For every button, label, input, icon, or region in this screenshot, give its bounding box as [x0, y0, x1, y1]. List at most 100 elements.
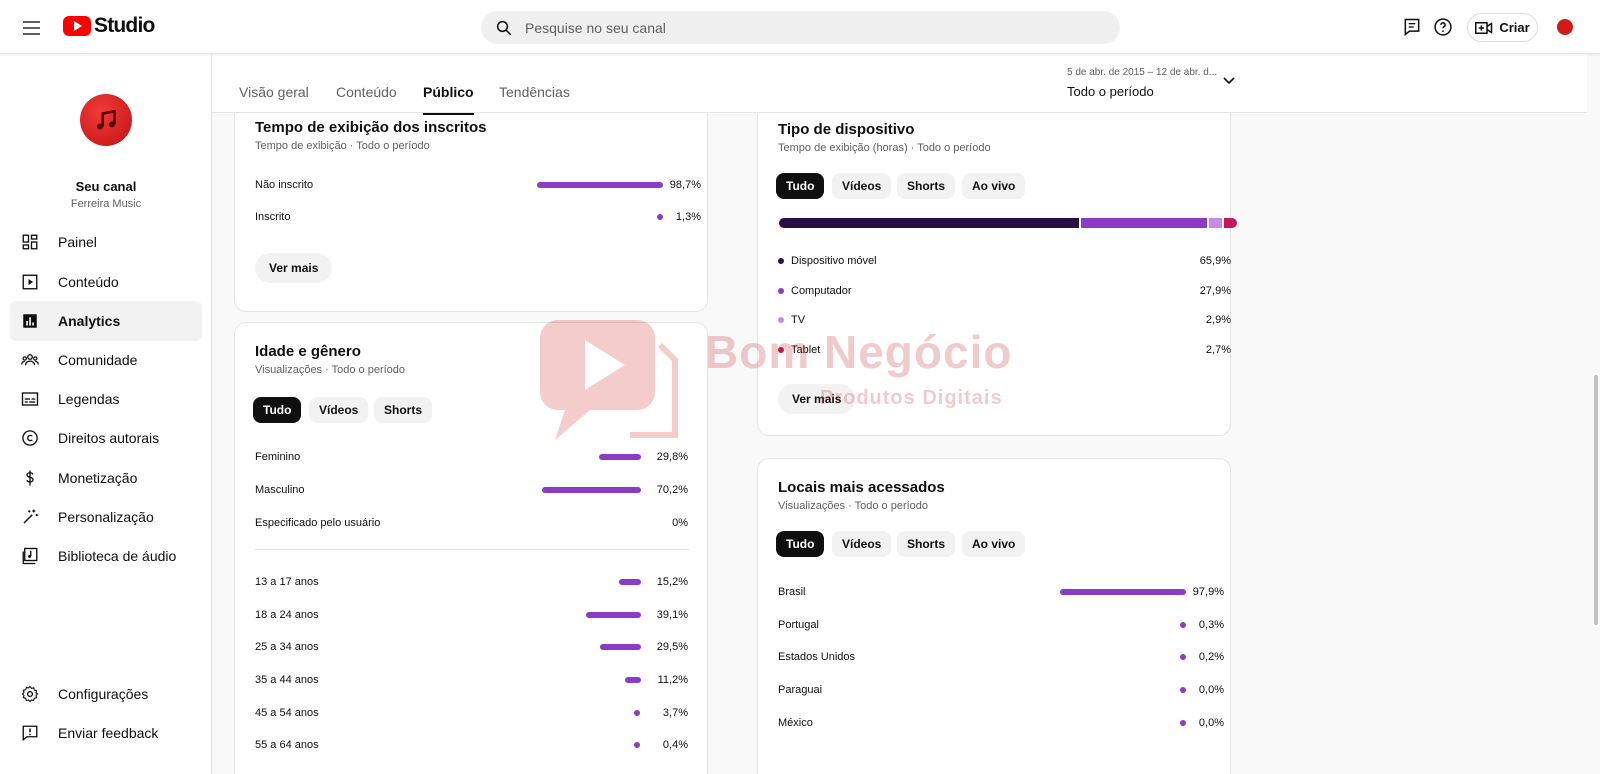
search-box	[481, 11, 1120, 44]
sidebar-item-community[interactable]: Comunidade	[10, 340, 202, 380]
logo-text: Studio	[94, 14, 155, 37]
chip-live[interactable]: Ao vivo	[962, 173, 1026, 199]
account-avatar[interactable]	[1557, 19, 1573, 35]
tablet-legend-dot	[778, 347, 784, 353]
studio-logo[interactable]: Studio	[63, 14, 155, 38]
see-more-button[interactable]: Ver mais	[778, 384, 856, 414]
sidebar-item-monetization[interactable]: Monetização	[10, 458, 202, 498]
row-label: 18 a 24 anos	[255, 609, 319, 621]
sidebar-item-feedback[interactable]: Enviar feedback	[10, 713, 202, 753]
sidebar-item-content[interactable]: Conteúdo	[10, 262, 202, 302]
row-label: TV	[791, 314, 806, 326]
main-content: Visão geral Conteúdo Público Tendências …	[212, 54, 1600, 774]
chevron-down-icon[interactable]	[1222, 76, 1236, 86]
row-label: 35 a 44 anos	[255, 674, 319, 686]
channel-avatar[interactable]	[80, 94, 132, 146]
sidebar-item-audio-library[interactable]: Biblioteca de áudio	[10, 536, 202, 576]
feedback-icon	[22, 725, 38, 742]
subtitles-icon	[21, 392, 39, 406]
menu-icon[interactable]	[20, 16, 44, 40]
chip-all[interactable]: Tudo	[776, 173, 825, 199]
card-title: Locais mais acessados	[778, 479, 945, 496]
tab-audience[interactable]: Público	[423, 84, 474, 115]
age-25-34-bar	[600, 644, 641, 650]
card-subtitle: Visualizações · Todo o período	[255, 364, 406, 376]
sidebar-item-label: Direitos autorais	[58, 430, 160, 446]
sidebar-item-copyright[interactable]: Direitos autorais	[10, 418, 202, 458]
chip-live[interactable]: Ao vivo	[962, 531, 1026, 557]
row-label: Não inscrito	[255, 179, 314, 191]
period-range: 5 de abr. de 2015 – 12 de abr. d...	[1067, 67, 1218, 78]
row-label: México	[778, 717, 813, 729]
tv-legend-dot	[778, 317, 784, 323]
search-input[interactable]	[525, 19, 1085, 36]
row-value: 0,4%	[662, 739, 688, 751]
sidebar-item-analytics[interactable]: Analytics	[10, 301, 202, 341]
row-label: Computador	[791, 285, 852, 297]
row-label: Especificado pelo usuário	[255, 517, 381, 529]
device-stacked-bar	[779, 218, 1237, 228]
chip-all[interactable]: Tudo	[776, 531, 825, 557]
copyright-icon	[22, 430, 38, 446]
tab-overview[interactable]: Visão geral	[239, 84, 309, 113]
feedback-messages-icon[interactable]	[1402, 17, 1422, 37]
row-label: 25 a 34 anos	[255, 641, 319, 653]
row-value: 0,0%	[1198, 717, 1224, 729]
row-label: Brasil	[778, 586, 806, 598]
row-value: 15,2%	[656, 576, 688, 588]
row-value: 2,7%	[1205, 344, 1231, 356]
create-button[interactable]: Criar	[1467, 13, 1538, 42]
sidebar-item-label: Monetização	[58, 470, 138, 486]
chip-videos[interactable]: Vídeos	[832, 531, 892, 557]
row-label: Tablet	[791, 344, 821, 356]
card-title: Tipo de dispositivo	[778, 121, 915, 138]
audio-library-icon	[22, 547, 38, 565]
create-label: Criar	[1499, 20, 1530, 35]
card-subtitle: Visualizações · Todo o período	[778, 500, 929, 512]
chip-shorts[interactable]: Shorts	[897, 173, 956, 199]
search-icon[interactable]	[495, 19, 513, 37]
row-value: 70,2%	[656, 484, 688, 496]
row-value: 27,9%	[1199, 285, 1231, 297]
sidebar-item-settings[interactable]: Configurações	[10, 674, 202, 714]
chip-videos[interactable]: Vídeos	[309, 397, 369, 423]
chip-all[interactable]: Tudo	[253, 397, 302, 423]
tab-content[interactable]: Conteúdo	[336, 84, 397, 113]
tab-trends[interactable]: Tendências	[499, 84, 570, 113]
sidebar-item-label: Biblioteca de áudio	[58, 548, 177, 564]
row-value: 11,2%	[657, 674, 688, 686]
sidebar-item-label: Analytics	[58, 313, 121, 329]
chip-shorts[interactable]: Shorts	[897, 531, 956, 557]
card-title: Tempo de exibição dos inscritos	[255, 119, 487, 136]
divider	[255, 549, 689, 550]
see-more-button[interactable]: Ver mais	[255, 253, 333, 283]
sidebar-item-label: Enviar feedback	[58, 725, 159, 741]
brazil-bar	[1060, 589, 1186, 595]
scrollbar-thumb[interactable]	[1594, 375, 1598, 625]
content-icon	[22, 274, 38, 290]
age-18-24-bar	[586, 612, 641, 618]
sidebar-item-label: Painel	[58, 234, 97, 250]
chip-videos[interactable]: Vídeos	[832, 173, 892, 199]
dollar-icon	[26, 470, 34, 486]
sidebar-item-label: Comunidade	[58, 352, 138, 368]
mobile-segment	[779, 218, 1079, 228]
sidebar-item-subtitles[interactable]: Legendas	[10, 379, 202, 419]
youtube-logo-icon	[63, 16, 91, 36]
period-selector[interactable]: 5 de abr. de 2015 – 12 de abr. d... Todo…	[1067, 67, 1217, 99]
help-icon[interactable]	[1433, 17, 1453, 37]
music-note-icon	[97, 109, 116, 130]
device-type-card: Tipo de dispositivo Tempo de exibição (h…	[757, 74, 1237, 436]
sidebar-item-customization[interactable]: Personalização	[10, 497, 202, 537]
chip-shorts[interactable]: Shorts	[374, 397, 433, 423]
dashboard-icon	[22, 234, 38, 250]
age-gender-card: Idade e gênero Visualizações · Todo o pe…	[234, 322, 708, 774]
channel-title: Seu canal	[75, 179, 137, 194]
gear-icon	[21, 685, 39, 703]
sidebar-item-label: Personalização	[58, 509, 154, 525]
row-label: Paraguai	[778, 684, 823, 696]
magic-wand-icon	[23, 509, 38, 524]
row-label: Inscrito	[255, 211, 291, 223]
sidebar-item-dashboard[interactable]: Painel	[10, 222, 202, 262]
row-value: 1,3%	[675, 211, 701, 223]
